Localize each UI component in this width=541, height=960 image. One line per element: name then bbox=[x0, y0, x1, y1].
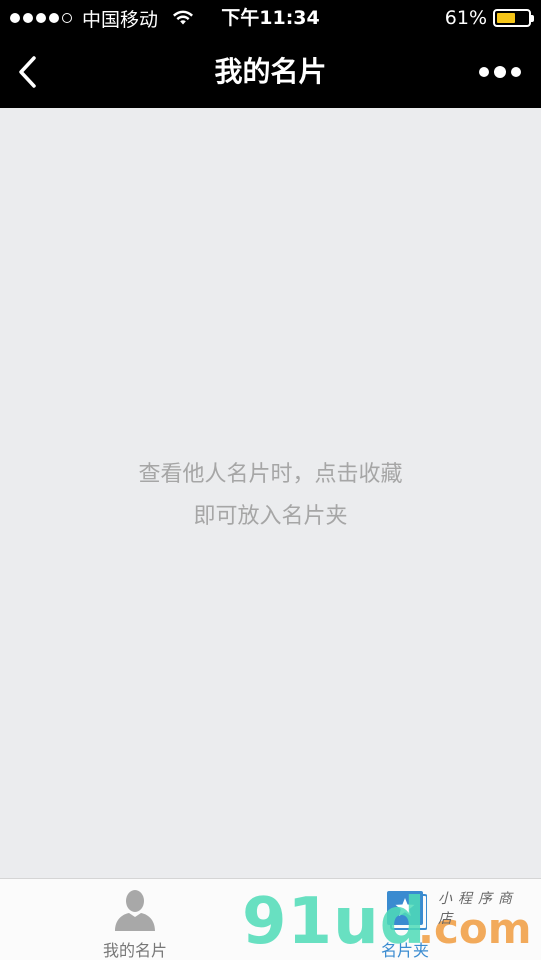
tab-card-folder-label: 名片夹 bbox=[380, 941, 429, 960]
nav-bar: 我的名片 bbox=[0, 36, 541, 108]
tab-my-card[interactable]: 我的名片 bbox=[0, 879, 270, 960]
status-right: 61% bbox=[444, 0, 534, 36]
person-icon bbox=[112, 887, 158, 931]
battery-percent: 61% bbox=[444, 7, 487, 29]
tab-my-card-label: 我的名片 bbox=[102, 941, 167, 960]
tab-bar: 我的名片 名片夹 bbox=[0, 878, 541, 960]
tab-card-folder[interactable]: 名片夹 bbox=[270, 879, 540, 960]
battery-icon bbox=[493, 9, 534, 27]
star-card-icon bbox=[382, 887, 428, 931]
status-bar: 中国移动 下午11:34 61% bbox=[0, 0, 541, 36]
card-folder-content: 查看他人名片时，点击收藏即可放入名片夹 bbox=[0, 108, 541, 878]
empty-state-message: 查看他人名片时，点击收藏即可放入名片夹 bbox=[138, 462, 403, 529]
more-dots-icon[interactable] bbox=[479, 64, 521, 80]
page-title: 我的名片 bbox=[214, 55, 327, 88]
